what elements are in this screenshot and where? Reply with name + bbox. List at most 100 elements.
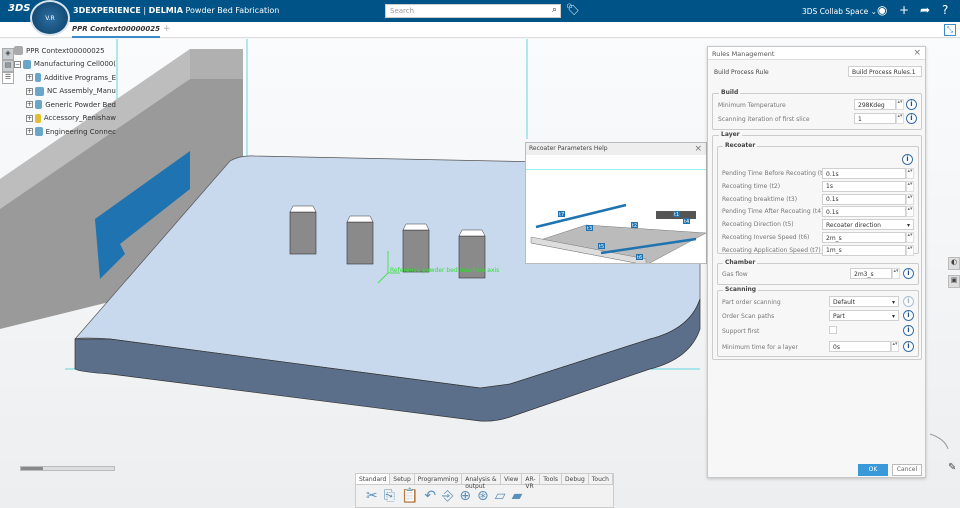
- spinner[interactable]: ▴▾: [906, 232, 914, 243]
- recoater-field-input[interactable]: 0.1s: [822, 168, 906, 179]
- tree-item-cell[interactable]: − Manufacturing Cell000(: [14, 58, 116, 72]
- action-tab[interactable]: View: [501, 474, 523, 484]
- minimum-layer-time-input[interactable]: 0s: [829, 341, 891, 352]
- filter-view-button[interactable]: ▤: [2, 60, 14, 72]
- recoater-diagram: t7 t3 t2 t5 t1 t4 t6: [526, 169, 707, 266]
- tree-item-root[interactable]: PPR Context00000025: [14, 44, 116, 58]
- collapse-node-icon[interactable]: −: [14, 60, 21, 68]
- build-process-rule-field[interactable]: Build Process Rules.1: [848, 66, 922, 77]
- info-icon[interactable]: i: [902, 154, 913, 165]
- info-icon[interactable]: i: [903, 310, 914, 321]
- action-bar-tabs: Standard Setup Programming Analysis & outpu…: [356, 474, 613, 490]
- scan-path-icon[interactable]: ▱: [495, 488, 506, 504]
- view-tool-icon[interactable]: ◐: [948, 257, 960, 270]
- svg-text:t6: t6: [637, 255, 642, 261]
- user-icon[interactable]: ◉: [877, 3, 887, 17]
- order-scan-paths-select[interactable]: Part ▾: [829, 310, 899, 321]
- spinner[interactable]: ▴▾: [906, 206, 914, 218]
- share-icon[interactable]: ➦: [920, 3, 930, 17]
- axis-label: Reference powder bed machine axis: [390, 267, 500, 274]
- tab-ppr-context[interactable]: PPR Context00000025: [72, 25, 160, 38]
- expand-node-icon[interactable]: +: [26, 74, 33, 82]
- action-tab[interactable]: Debug: [562, 474, 589, 484]
- tree-item[interactable]: + Accessory_Renishaw: [14, 112, 116, 126]
- part-order-scanning-select[interactable]: Default ▾: [829, 296, 899, 307]
- action-tab[interactable]: Analysis & output: [462, 474, 502, 490]
- spinner[interactable]: ▴▾: [892, 268, 900, 279]
- simulate-icon[interactable]: ⎆: [442, 488, 453, 504]
- spinner[interactable]: ▴▾: [906, 244, 914, 256]
- spinner[interactable]: ▴▾: [906, 168, 914, 179]
- close-icon[interactable]: ×: [694, 144, 702, 154]
- add-icon[interactable]: +: [899, 3, 909, 17]
- tree-item[interactable]: + Generic Powder Bed: [14, 98, 116, 112]
- list-view-button[interactable]: ☰: [2, 72, 14, 84]
- assembly-icon: [35, 86, 44, 96]
- expand-node-icon[interactable]: +: [26, 87, 33, 95]
- action-tab[interactable]: AR-VR: [522, 474, 541, 490]
- tree-item[interactable]: + Additive Programs_E: [14, 71, 116, 85]
- recoater-field-input[interactable]: 2m_s: [822, 232, 906, 243]
- info-icon[interactable]: i: [903, 268, 914, 279]
- spinner[interactable]: ▴▾: [896, 113, 904, 124]
- search-icon[interactable]: ⌕: [552, 5, 557, 15]
- recoater-field-input[interactable]: 1m_s: [822, 244, 906, 256]
- copy-icon[interactable]: ⎘: [384, 488, 395, 504]
- ok-button[interactable]: OK: [858, 464, 888, 476]
- recoater-field-label: Recoating Inverse Speed (t6): [722, 234, 810, 241]
- undo-icon[interactable]: ↶: [424, 488, 436, 504]
- rules-management-dialog: Rules Management × Build Process Rule Bu…: [707, 46, 926, 478]
- info-icon[interactable]: i: [903, 296, 914, 307]
- help-icon[interactable]: ?: [942, 3, 948, 17]
- expand-node-icon[interactable]: +: [26, 101, 33, 109]
- close-dialog-icon[interactable]: ×: [913, 48, 921, 58]
- add-program-icon[interactable]: ⊕: [459, 488, 471, 504]
- spinner[interactable]: ▴▾: [906, 193, 914, 205]
- tree-view-button[interactable]: ◈: [2, 48, 14, 60]
- hatch-icon[interactable]: ▰: [512, 488, 523, 504]
- expand-left-icon[interactable]: ‹: [3, 250, 7, 260]
- search-input[interactable]: Search ⌕: [385, 4, 561, 18]
- compass-widget[interactable]: V.R: [30, 0, 70, 36]
- expand-node-icon[interactable]: +: [26, 128, 33, 136]
- recoater-field-input[interactable]: 0.1s: [822, 206, 906, 218]
- action-tab[interactable]: Touch: [589, 474, 613, 484]
- expand-node-icon[interactable]: +: [26, 114, 33, 122]
- svg-text:t5: t5: [599, 244, 604, 250]
- tree-item[interactable]: + Engineering Connec: [14, 125, 116, 139]
- action-tab[interactable]: Tools: [540, 474, 563, 484]
- info-icon[interactable]: i: [906, 113, 917, 124]
- recoater-field-label: Pending Time After Recoating (t4): [722, 208, 824, 216]
- support-first-checkbox[interactable]: [829, 326, 837, 334]
- add-tab-icon[interactable]: +: [163, 24, 171, 34]
- action-tab[interactable]: Programming: [415, 474, 463, 484]
- collab-space-dropdown[interactable]: 3DS Collab Space ⌄: [802, 7, 877, 16]
- spinner[interactable]: ▴▾: [891, 341, 899, 352]
- info-icon[interactable]: i: [903, 341, 914, 352]
- recoater-help-panel: Recoater Parameters Help × t7 t3 t2 t5 t…: [525, 142, 707, 266]
- tag-icon[interactable]: 🏷: [566, 3, 580, 16]
- brush-icon[interactable]: ✎: [948, 462, 956, 473]
- select-program-icon[interactable]: ⊛: [477, 488, 489, 504]
- action-tab[interactable]: Standard: [356, 474, 391, 484]
- tree-item[interactable]: + NC Assembly_Manu: [14, 85, 116, 99]
- tree-scrollbar[interactable]: [20, 466, 115, 471]
- minimum-temperature-input[interactable]: 298Kdeg: [854, 99, 896, 110]
- scanning-iteration-input[interactable]: 1: [854, 113, 896, 124]
- gas-flow-input[interactable]: 2m3_s: [850, 268, 892, 279]
- 3ds-logo[interactable]: 3DS: [8, 3, 30, 14]
- action-tab[interactable]: Setup: [390, 474, 415, 484]
- svg-text:t3: t3: [587, 226, 592, 232]
- section-tool-icon[interactable]: ▣: [948, 275, 960, 288]
- cut-icon[interactable]: ✂: [366, 488, 378, 504]
- recoater-field-input[interactable]: 0.1s: [822, 193, 906, 205]
- cancel-button[interactable]: Cancel: [892, 464, 922, 476]
- paste-icon[interactable]: 📋: [401, 488, 418, 504]
- spinner[interactable]: ▴▾: [896, 99, 904, 110]
- info-icon[interactable]: i: [903, 325, 914, 336]
- info-icon[interactable]: i: [906, 99, 917, 110]
- collapse-icon[interactable]: ⤡: [944, 24, 956, 36]
- recoater-field-input[interactable]: 1s: [822, 180, 906, 192]
- recoater-field-input[interactable]: Recoater direction ▾: [822, 219, 914, 231]
- spinner[interactable]: ▴▾: [906, 180, 914, 192]
